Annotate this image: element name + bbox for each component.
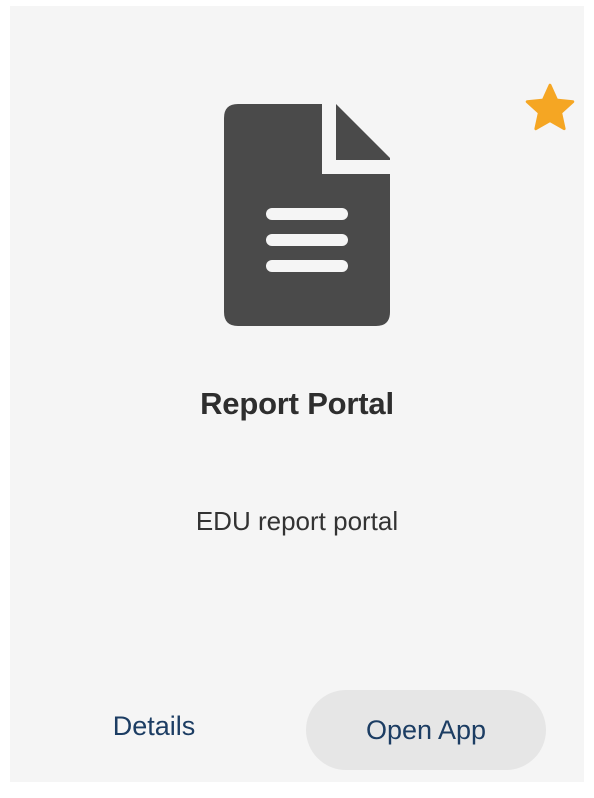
details-link[interactable]: Details xyxy=(94,704,214,748)
app-card: Report Portal EDU report portal Details … xyxy=(10,6,584,782)
open-app-button[interactable]: Open App xyxy=(306,690,546,770)
app-title: Report Portal xyxy=(200,386,394,421)
favorite-star-icon[interactable] xyxy=(522,80,578,136)
star-icon xyxy=(525,83,575,131)
app-description: EDU report portal xyxy=(195,506,399,536)
document-icon xyxy=(224,104,390,326)
